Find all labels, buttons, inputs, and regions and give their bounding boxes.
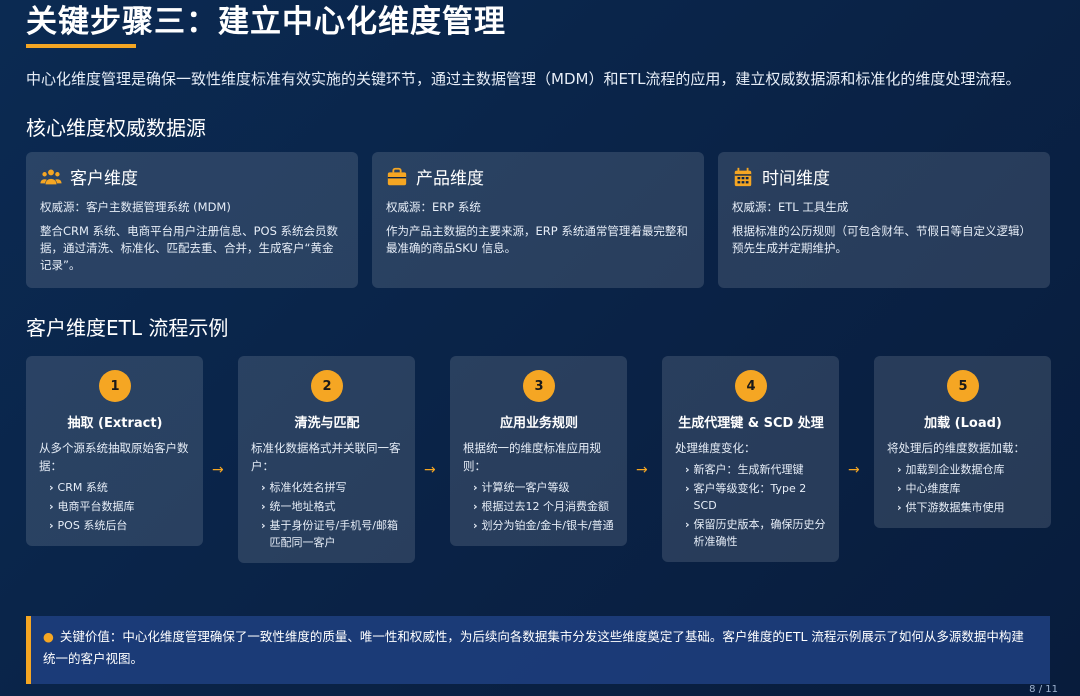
list-item: › 加载到企业数据仓库 — [897, 463, 1005, 476]
chevron-right-icon: › — [897, 463, 902, 476]
step-number-badge: 5 — [947, 370, 979, 402]
chevron-right-icon: › — [473, 481, 478, 494]
chevron-right-icon: › — [49, 500, 54, 513]
list-item: › 计算统一客户等级 — [473, 481, 570, 494]
list-item: › 基于身份证号/手机号/邮箱匹配同一客户 — [261, 519, 398, 549]
step-description: 从多个源系统抽取原始客户数据： — [39, 441, 189, 473]
card-title: 时间维度 — [762, 169, 830, 189]
card-description: 整合CRM 系统、电商平台用户注册信息、POS 系统会员数据，通过清洗、标准化、… — [40, 224, 339, 272]
users-icon — [40, 166, 62, 188]
step-description: 标准化数据格式并关联同一客户： — [251, 441, 401, 473]
step-number-badge: 4 — [735, 370, 767, 402]
card-source: 权威源：客户主数据管理系统 (MDM) — [40, 200, 231, 214]
card-customer-dimension: 客户维度 权威源：客户主数据管理系统 (MDM) 整合CRM 系统、电商平台用户… — [26, 152, 358, 288]
section-title-authority: 核心维度权威数据源 — [26, 116, 206, 140]
chevron-right-icon: › — [49, 519, 54, 532]
list-item: › 供下游数据集市使用 — [897, 501, 1005, 514]
arrow-right-icon: → — [212, 462, 224, 478]
step-card-surrogate-key-scd: 4 生成代理键 & SCD 处理 处理维度变化： › 新客户：生成新代理键 › 客户… — [662, 356, 839, 562]
briefcase-icon — [386, 166, 408, 188]
calendar-icon — [732, 166, 754, 188]
arrow-right-icon: → — [424, 462, 436, 478]
callout-text: 关键价值：中心化维度管理确保了一致性维度的质量、唯一性和权威性，为后续向各数据集… — [43, 629, 1024, 666]
step-card-load: 5 加载 (Load) 将处理后的维度数据加载： › 加载到企业数据仓库 › 中心维… — [874, 356, 1051, 528]
card-description: 作为产品主数据的主要来源，ERP 系统通常管理着最完整和最准确的商品SKU 信息… — [386, 224, 688, 255]
list-item: › 中心维度库 — [897, 482, 961, 495]
card-description: 根据标准的公历规则（可包含财年、节假日等自定义逻辑）预先生成并定期维护。 — [732, 224, 1031, 255]
step-description: 处理维度变化： — [675, 441, 756, 455]
step-list: › 加载到企业数据仓库 › 中心维度库 › 供下游数据集市使用 — [887, 461, 1039, 516]
chevron-right-icon: › — [261, 519, 266, 532]
list-item: › 新客户：生成新代理键 — [685, 463, 804, 476]
list-item: › 标准化姓名拼写 — [261, 481, 347, 494]
card-source: 权威源：ERP 系统 — [386, 200, 481, 214]
step-description: 根据统一的维度标准应用规则： — [463, 441, 601, 473]
step-title: 加载 (Load) — [924, 416, 1002, 431]
step-card-extract: 1 抽取 (Extract) 从多个源系统抽取原始客户数据： › CRM 系统 ›… — [26, 356, 203, 546]
chevron-right-icon: › — [685, 482, 690, 495]
list-item: › 统一地址格式 — [261, 500, 336, 513]
chevron-right-icon: › — [473, 519, 478, 532]
step-title: 清洗与匹配 — [294, 416, 360, 431]
step-description: 将处理后的维度数据加载： — [887, 441, 1025, 455]
list-item: › 根据过去12 个月消费金额 — [473, 500, 610, 513]
chevron-right-icon: › — [897, 501, 902, 514]
step-list: › 标准化姓名拼写 › 统一地址格式 › 基于身份证号/手机号/邮箱匹配同一客户 — [251, 479, 403, 551]
list-item: › 划分为铂金/金卡/银卡/普通 — [473, 519, 614, 532]
list-item: › CRM 系统 — [49, 481, 108, 494]
step-number-badge: 2 — [311, 370, 343, 402]
step-title: 应用业务规则 — [499, 416, 578, 431]
card-title: 产品维度 — [416, 169, 484, 189]
card-title: 客户维度 — [70, 169, 138, 189]
chevron-right-icon: › — [261, 500, 266, 513]
lightbulb-icon: ● — [43, 629, 54, 644]
step-card-business-rules: 3 应用业务规则 根据统一的维度标准应用规则： › 计算统一客户等级 › 根据过去1… — [450, 356, 627, 546]
chevron-right-icon: › — [473, 500, 478, 513]
chevron-right-icon: › — [261, 481, 266, 494]
chevron-right-icon: › — [897, 482, 902, 495]
step-number-badge: 1 — [99, 370, 131, 402]
arrow-right-icon: → — [636, 462, 648, 478]
list-item: › 电商平台数据库 — [49, 500, 135, 513]
chevron-right-icon: › — [685, 463, 690, 476]
page-title: 关键步骤三：建立中心化维度管理 — [26, 4, 506, 40]
step-title: 生成代理键 & SCD 处理 — [678, 416, 824, 431]
section-title-etl-flow: 客户维度ETL 流程示例 — [26, 316, 229, 340]
list-item: › 客户等级变化：Type 2 SCD — [685, 482, 807, 512]
step-list: › CRM 系统 › 电商平台数据库 › POS 系统后台 — [39, 479, 191, 534]
chevron-right-icon: › — [49, 481, 54, 494]
key-value-callout: ● 关键价值：中心化维度管理确保了一致性维度的质量、唯一性和权威性，为后续向各数据… — [26, 616, 1050, 684]
page-number: 8 / 11 — [1029, 684, 1058, 695]
list-item: › 保留历史版本，确保历史分析准确性 — [685, 518, 826, 548]
card-time-dimension: 时间维度 权威源：ETL 工具生成 根据标准的公历规则（可包含财年、节假日等自定… — [718, 152, 1050, 288]
step-number-badge: 3 — [523, 370, 555, 402]
intro-text: 中心化维度管理是确保一致性维度标准有效实施的关键环节，通过主数据管理（MDM）和… — [26, 70, 1021, 88]
card-product-dimension: 产品维度 权威源：ERP 系统 作为产品主数据的主要来源，ERP 系统通常管理着… — [372, 152, 704, 288]
chevron-right-icon: › — [685, 518, 690, 531]
title-underline — [26, 44, 136, 48]
card-source: 权威源：ETL 工具生成 — [732, 200, 849, 214]
step-card-cleanse-match: 2 清洗与匹配 标准化数据格式并关联同一客户： › 标准化姓名拼写 › 统一地址格式… — [238, 356, 415, 563]
arrow-right-icon: → — [848, 462, 860, 478]
list-item: › POS 系统后台 — [49, 519, 128, 532]
step-list: › 新客户：生成新代理键 › 客户等级变化：Type 2 SCD › 保留历史版本，确… — [675, 461, 827, 550]
step-list: › 计算统一客户等级 › 根据过去12 个月消费金额 › 划分为铂金/金卡/银卡/普通 — [463, 479, 615, 534]
step-title: 抽取 (Extract) — [67, 416, 163, 431]
